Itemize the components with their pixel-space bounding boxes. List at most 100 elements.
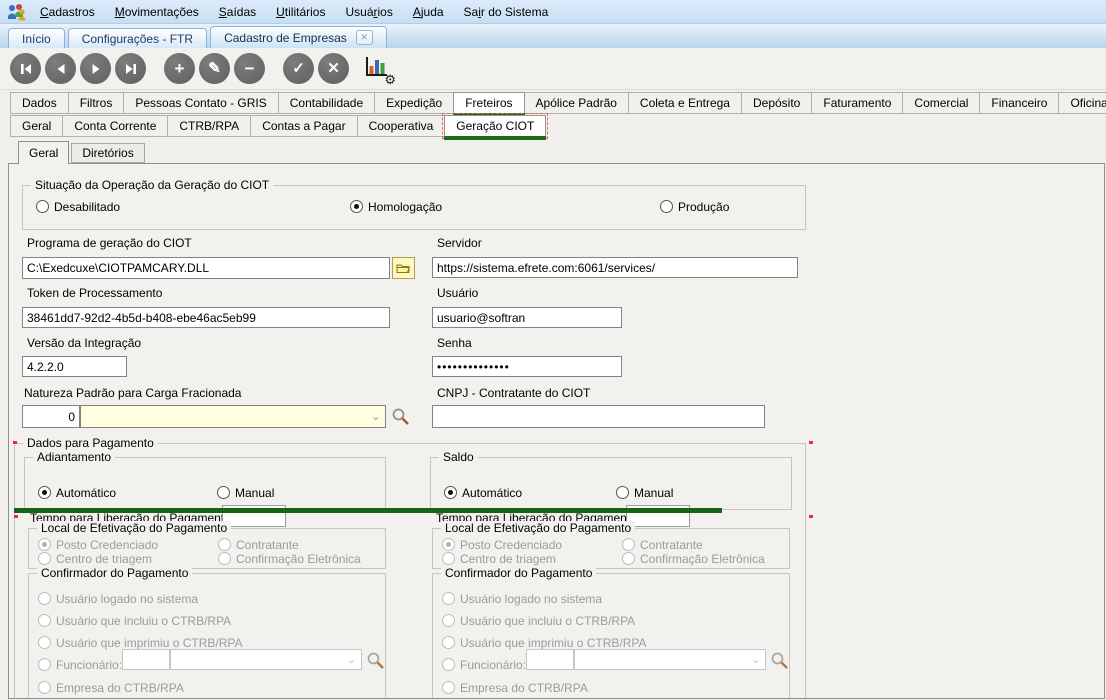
tab-financeiro[interactable]: Financeiro (979, 92, 1059, 114)
servidor-input[interactable] (432, 257, 798, 278)
main-tab-row: Dados Filtros Pessoas Contato - GRIS Con… (10, 92, 1106, 114)
tab-geral-ciot[interactable]: Geral (18, 141, 69, 164)
edit-record-button[interactable]: ✎ (199, 53, 230, 84)
token-label: Token de Processamento (27, 286, 162, 300)
natureza-code-input[interactable] (22, 405, 80, 428)
contratante-radio: Contratante (622, 537, 703, 552)
menu-utilitarios[interactable]: Utilitários (266, 3, 335, 21)
radio-circle-icon (442, 552, 455, 565)
green-divider-line (14, 508, 722, 513)
usuario-incluiu-radio: Usuário que incluiu o CTRB/RPA (38, 613, 231, 628)
tab-cooperativa[interactable]: Cooperativa (357, 115, 446, 137)
cnpj-input[interactable] (432, 405, 765, 428)
previous-record-button[interactable] (45, 53, 76, 84)
senha-input[interactable] (432, 356, 622, 377)
browse-folder-button[interactable] (392, 257, 415, 279)
menu-cadastros[interactable]: Cadastros (30, 3, 105, 21)
radio-circle-icon (218, 538, 231, 551)
tab-oficina[interactable]: Oficina (1058, 92, 1106, 114)
adiantamento-groupbox: Adiantamento (24, 457, 386, 510)
saldo-manual-radio[interactable]: Manual (616, 485, 673, 500)
plus-icon: + (175, 60, 185, 77)
programa-input[interactable] (22, 257, 390, 279)
radio-circle-icon (218, 552, 231, 565)
tab-conta-corrente[interactable]: Conta Corrente (62, 115, 168, 137)
first-record-button[interactable] (10, 53, 41, 84)
posto-credenciado-radio: Posto Credenciado (38, 537, 158, 552)
programa-label: Programa de geração do CIOT (27, 236, 192, 250)
doctab-cadastro-de-empresas[interactable]: Cadastro de Empresas ✕ (210, 26, 387, 48)
natureza-combo[interactable] (80, 405, 386, 428)
tab-pessoas-contato-gris[interactable]: Pessoas Contato - GRIS (123, 92, 278, 114)
saldo-automatico-radio[interactable]: Automático (444, 485, 522, 500)
centro-de-triagem-radio: Centro de triagem (38, 551, 152, 566)
versao-label: Versão da Integração (27, 336, 141, 350)
tab-coleta-e-entrega[interactable]: Coleta e Entrega (628, 92, 742, 114)
local-efetivacao-title: Local de Efetivação do Pagamento (37, 521, 231, 535)
doctab-inicio[interactable]: Início (8, 28, 65, 48)
usuario-incluiu-radio: Usuário que incluiu o CTRB/RPA (442, 613, 635, 628)
usuario-logado-radio: Usuário logado no sistema (442, 591, 602, 606)
radio-producao[interactable]: Produção (660, 199, 729, 214)
funcionario-search-icon (770, 651, 789, 670)
next-record-button[interactable] (80, 53, 111, 84)
funcionario-combo (574, 649, 766, 670)
users-group-icon (6, 3, 26, 21)
servidor-label: Servidor (437, 236, 482, 250)
usuario-label: Usuário (437, 286, 478, 300)
menu-saidas[interactable]: Saídas (209, 3, 266, 21)
close-tab-icon[interactable]: ✕ (356, 30, 373, 45)
radio-circle-icon (616, 486, 629, 499)
tab-contabilidade[interactable]: Contabilidade (278, 92, 375, 114)
last-record-icon (124, 62, 138, 76)
radio-desabilitado[interactable]: Desabilitado (36, 199, 120, 214)
adiantamento-manual-radio[interactable]: Manual (217, 485, 274, 500)
radio-homologacao[interactable]: Homologação (350, 199, 442, 214)
usuario-input[interactable] (432, 307, 622, 328)
tab-geracao-ciot[interactable]: Geração CIOT (444, 115, 546, 137)
add-record-button[interactable]: + (164, 53, 195, 84)
confirmacao-eletronica-radio: Confirmação Eletrônica (218, 551, 361, 566)
tab-faturamento[interactable]: Faturamento (811, 92, 903, 114)
menu-sair-do-sistema[interactable]: Sair do Sistema (454, 3, 559, 21)
funcionario-code-input (526, 649, 574, 670)
radio-circle-icon (38, 681, 51, 694)
radio-circle-icon (442, 592, 455, 605)
tab-contas-a-pagar[interactable]: Contas a Pagar (250, 115, 357, 137)
doctab-configuracoes-ftr[interactable]: Configurações - FTR (68, 28, 207, 48)
radio-circle-icon (38, 592, 51, 605)
radio-circle-icon (36, 200, 49, 213)
folder-icon (396, 262, 411, 274)
radio-circle-icon (442, 614, 455, 627)
funcionario-search-icon (366, 651, 385, 670)
delete-record-button[interactable]: − (234, 53, 265, 84)
posto-credenciado-radio: Posto Credenciado (442, 537, 562, 552)
situacao-group-title: Situação da Operação da Geração do CIOT (31, 178, 273, 192)
tab-apolice-padrao[interactable]: Apólice Padrão (524, 92, 629, 114)
tab-geral-sub[interactable]: Geral (10, 115, 63, 137)
last-record-button[interactable] (115, 53, 146, 84)
radio-circle-icon (442, 538, 455, 551)
tab-ctrb-rpa[interactable]: CTRB/RPA (167, 115, 251, 137)
menu-ajuda[interactable]: Ajuda (403, 3, 454, 21)
tab-freteiros[interactable]: Freteiros (453, 92, 524, 114)
geracao-ciot-sub-tab-row: Geral Diretórios (18, 141, 1106, 163)
confirm-button[interactable]: ✓ (283, 53, 314, 84)
chart-settings-button[interactable]: ⚙ (363, 54, 393, 84)
cancel-button[interactable]: ✕ (318, 53, 349, 84)
tab-filtros[interactable]: Filtros (68, 92, 125, 114)
menu-usuarios[interactable]: Usuários (335, 3, 402, 21)
menu-movimentacoes[interactable]: Movimentações (105, 3, 209, 21)
tab-comercial[interactable]: Comercial (902, 92, 980, 114)
tab-expedicao[interactable]: Expedição (374, 92, 454, 114)
token-input[interactable] (22, 307, 390, 328)
funcionario-radio: Funcionário: (442, 657, 526, 672)
tab-diretorios[interactable]: Diretórios (71, 143, 144, 163)
natureza-search-icon[interactable] (391, 407, 410, 426)
tab-dados[interactable]: Dados (10, 92, 69, 114)
saldo-title: Saldo (439, 450, 478, 464)
tab-deposito[interactable]: Depósito (741, 92, 812, 114)
versao-input[interactable] (22, 356, 127, 377)
app-window: Cadastros Movimentações Saídas Utilitári… (0, 0, 1106, 700)
adiantamento-automatico-radio[interactable]: Automático (38, 485, 116, 500)
